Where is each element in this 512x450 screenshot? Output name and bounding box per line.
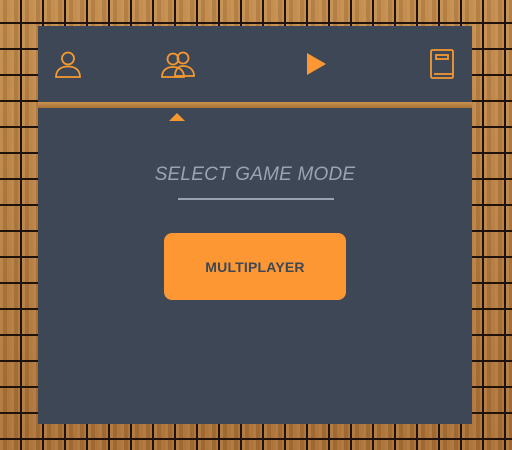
title-underline bbox=[178, 198, 334, 200]
multiplayer-icon[interactable] bbox=[158, 46, 198, 82]
active-tab-caret-icon bbox=[169, 113, 185, 121]
single-player-icon[interactable] bbox=[48, 46, 88, 82]
page-title: SELECT GAME MODE bbox=[154, 164, 356, 185]
rules-book-icon[interactable] bbox=[422, 46, 462, 82]
wood-divider bbox=[38, 102, 472, 108]
multiplayer-button[interactable]: MULTIPLAYER bbox=[164, 233, 346, 300]
play-icon[interactable] bbox=[296, 46, 336, 82]
game-menu-panel: SELECT GAME MODE MULTIPLAYER bbox=[38, 26, 472, 424]
mode-tab-bar bbox=[38, 26, 472, 102]
